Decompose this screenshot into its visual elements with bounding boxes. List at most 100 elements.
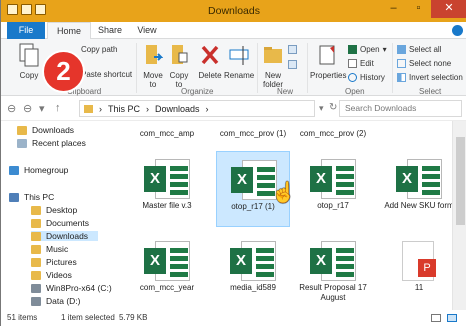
select-all-label: Select all xyxy=(409,45,442,54)
file-name: Master file v.3 xyxy=(142,201,192,210)
file-name: Add New SKU form xyxy=(384,201,452,210)
file-item[interactable]: com_mcc_amp xyxy=(130,129,204,139)
invert-selection-button[interactable]: Invert selection xyxy=(397,73,463,82)
tab-home[interactable]: Home xyxy=(47,22,91,39)
nav-item[interactable]: Win8Pro-x64 (C:) xyxy=(31,283,112,293)
close-button[interactable]: ✕ xyxy=(431,0,466,18)
select-none-button[interactable]: Select none xyxy=(397,59,451,68)
minimize-button[interactable]: – xyxy=(381,0,406,18)
tab-file[interactable]: File xyxy=(7,22,45,39)
file-item[interactable]: X Add New SKU form xyxy=(382,151,452,227)
large-icons-view-icon[interactable] xyxy=(447,314,457,322)
title-bar: Downloads – ▫ ✕ xyxy=(1,0,466,22)
copy-label: Copy xyxy=(19,71,39,80)
file-item[interactable]: Xcom_mcc_year xyxy=(130,233,204,303)
nav-item-label: This PC xyxy=(24,192,55,202)
address-bar-row: ⊖ ⊖ ▾ ↑ › This PC › Downloads › ▾ ↻ Sear… xyxy=(1,97,466,121)
nav-item-label: Homegroup xyxy=(24,165,69,175)
back-icon[interactable]: ⊖ xyxy=(7,102,16,115)
file-item[interactable]: X Result Proposal 17 August xyxy=(296,233,370,303)
nav-item[interactable]: Data (D:) xyxy=(31,296,80,306)
paste-shortcut-button[interactable]: Paste shortcut xyxy=(81,70,132,79)
nav-item[interactable]: Pictures xyxy=(31,257,77,267)
delete-icon xyxy=(201,45,219,65)
file-name: media_id589 xyxy=(230,283,276,292)
details-view-icon[interactable] xyxy=(431,314,441,322)
file-list: com_mcc_amp com_mcc_prov (1) com_mcc_prov … xyxy=(130,121,452,310)
selection-size: 5.79 KB xyxy=(119,313,148,322)
file-name: com_mcc_year xyxy=(139,283,195,292)
easy-access-button[interactable] xyxy=(288,60,297,69)
recent-locations-icon[interactable]: ▾ xyxy=(39,102,45,115)
tab-view[interactable]: View xyxy=(129,22,165,39)
delete-button[interactable]: Delete xyxy=(197,43,223,80)
copy-button[interactable]: Copy xyxy=(13,43,45,80)
drive-icon xyxy=(31,283,41,293)
tab-share[interactable]: Share xyxy=(91,22,129,39)
move-to-button[interactable]: Move to xyxy=(141,43,165,89)
file-item[interactable]: Xmedia_id589 xyxy=(216,233,290,303)
nav-item[interactable]: Recent places xyxy=(17,138,86,148)
nav-item-label: Win8Pro-x64 (C:) xyxy=(46,283,112,293)
new-folder-button[interactable]: New folder xyxy=(261,43,285,89)
properties-button[interactable]: Properties xyxy=(310,43,346,80)
file-name: com_mcc_prov (2) xyxy=(299,129,367,138)
file-item[interactable]: com_mcc_prov (2) xyxy=(296,129,370,139)
explorer-window: Downloads – ▫ ✕ File Home Share View Cop… xyxy=(0,0,466,326)
edit-button[interactable]: Edit xyxy=(348,59,374,68)
copy-to-button[interactable]: Copy to xyxy=(167,43,191,89)
address-bar[interactable]: › This PC › Downloads › xyxy=(79,100,315,117)
nav-item[interactable]: This PC xyxy=(9,192,54,202)
history-button[interactable]: History xyxy=(348,73,385,82)
breadcrumb-separator-icon: › xyxy=(146,103,150,114)
maximize-button[interactable]: ▫ xyxy=(406,0,431,18)
new-item-button[interactable] xyxy=(288,45,297,54)
nav-item-label: Pictures xyxy=(46,257,77,267)
nav-item[interactable]: Downloads xyxy=(17,125,74,135)
breadcrumb-this-pc[interactable]: This PC xyxy=(108,104,140,114)
refresh-icon[interactable]: ↻ xyxy=(329,102,337,113)
breadcrumb-downloads[interactable]: Downloads xyxy=(155,104,200,114)
nav-item-label: Desktop xyxy=(46,205,78,215)
step-number-badge: 2 xyxy=(42,50,85,93)
forward-icon[interactable]: ⊖ xyxy=(23,102,32,115)
select-group-label: Select xyxy=(419,87,442,96)
pdf-file-icon: P xyxy=(382,239,452,283)
file-item[interactable]: Xotop_r17 (1) ☝ xyxy=(216,151,296,227)
copy-path-label: Copy path xyxy=(81,45,118,54)
folder-icon xyxy=(31,244,41,254)
nav-item[interactable]: Desktop xyxy=(31,205,77,215)
up-icon[interactable]: ↑ xyxy=(55,102,61,114)
folder-icon xyxy=(17,125,27,135)
open-button[interactable]: Open ▾ xyxy=(348,45,387,54)
navigation-pane: Downloads Recent places Homegroup This PC De… xyxy=(1,121,128,310)
nav-item[interactable]: Homegroup xyxy=(9,165,68,175)
help-icon[interactable] xyxy=(452,25,463,36)
recent-icon xyxy=(17,138,27,148)
invert-selection-label: Invert selection xyxy=(409,73,463,82)
file-item[interactable]: com_mcc_prov (1) xyxy=(216,129,290,139)
address-dropdown-icon[interactable]: ▾ xyxy=(319,103,324,114)
nav-item[interactable]: Documents xyxy=(31,218,89,228)
excel-icon xyxy=(348,45,357,54)
nav-item[interactable]: Videos xyxy=(31,270,72,280)
nav-item[interactable]: Downloads xyxy=(31,231,99,241)
divider xyxy=(307,43,308,93)
easy-access-icon xyxy=(288,60,297,69)
file-item[interactable]: Xotop_r17 xyxy=(296,151,370,227)
excel-file-icon: X xyxy=(130,239,204,283)
select-all-icon xyxy=(397,45,406,54)
edit-icon xyxy=(348,59,357,68)
select-all-button[interactable]: Select all xyxy=(397,45,441,54)
chevron-down-icon: ▾ xyxy=(382,45,387,54)
file-item[interactable]: X Master file v.3 xyxy=(130,151,204,227)
vertical-scrollbar[interactable] xyxy=(452,121,466,310)
search-input[interactable]: Search Downloads xyxy=(339,100,462,117)
copy-path-button[interactable]: Copy path xyxy=(81,45,117,54)
select-none-icon xyxy=(397,59,406,68)
nav-item[interactable]: Music xyxy=(31,244,68,254)
folder-icon xyxy=(31,270,41,280)
rename-button[interactable]: Rename xyxy=(224,43,254,80)
scrollbar-thumb[interactable] xyxy=(456,137,465,225)
file-item[interactable]: P 11 xyxy=(382,233,452,303)
